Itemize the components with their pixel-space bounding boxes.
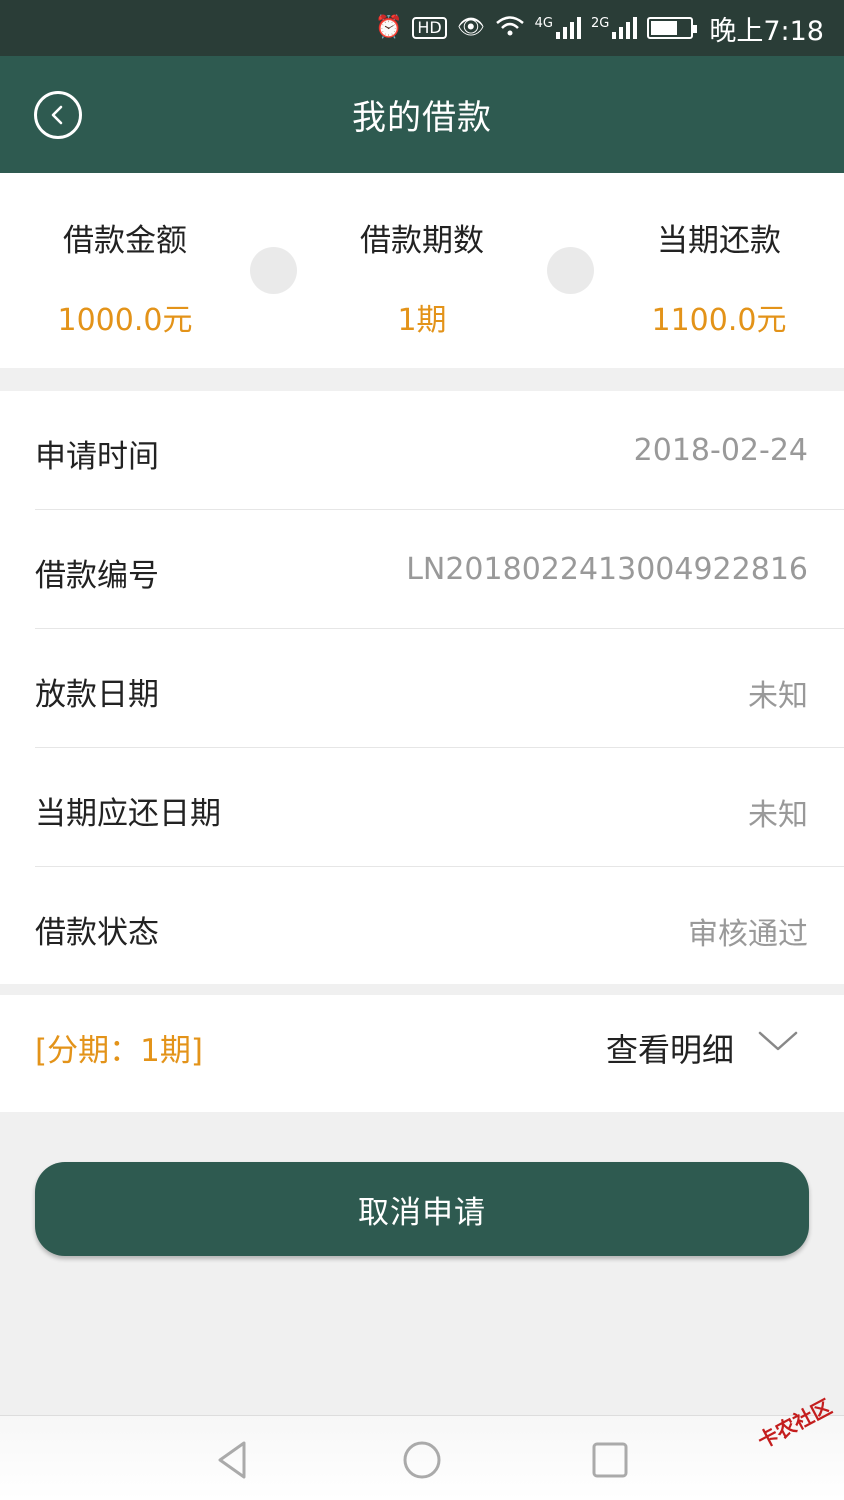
chevron-left-icon bbox=[51, 105, 63, 125]
detail-value: 未知 bbox=[748, 798, 808, 833]
summary-value: 1100.0元 bbox=[651, 303, 787, 338]
summary-label: 借款期数 bbox=[360, 223, 484, 259]
wifi-icon bbox=[495, 15, 525, 42]
battery-icon bbox=[647, 17, 698, 39]
signal-2g-icon: 2G bbox=[591, 17, 638, 39]
eye-icon: 👁 bbox=[456, 15, 485, 40]
status-time: 晚上7:18 bbox=[709, 15, 824, 47]
hd-icon: HD bbox=[412, 17, 447, 39]
summary-label: 当期还款 bbox=[657, 223, 781, 259]
chevron-down-icon[interactable] bbox=[756, 1027, 800, 1057]
summary-label: 借款金额 bbox=[63, 223, 187, 259]
loan-summary: 借款金额 1000.0元 借款期数 1期 当期还款 1100.0元 bbox=[0, 173, 844, 368]
detail-row-apply-time: 申请时间 2018-02-24 bbox=[35, 391, 844, 510]
back-triangle-icon[interactable] bbox=[212, 1438, 256, 1482]
cancel-application-button[interactable]: 取消申请 bbox=[35, 1162, 809, 1256]
summary-value: 1期 bbox=[397, 303, 447, 338]
detail-key: 借款编号 bbox=[35, 558, 159, 594]
detail-key: 申请时间 bbox=[35, 439, 159, 475]
view-detail-link[interactable]: 查看明细 bbox=[606, 1025, 734, 1071]
detail-key: 借款状态 bbox=[35, 915, 159, 951]
detail-row-loan-status: 借款状态 审核通过 bbox=[35, 867, 844, 986]
detail-value: 2018-02-24 bbox=[633, 433, 808, 468]
detail-value: 未知 bbox=[748, 679, 808, 714]
detail-value: 审核通过 bbox=[688, 917, 808, 952]
summary-current-repayment: 当期还款 1100.0元 bbox=[594, 173, 844, 368]
status-bar: ⏰ HD 👁 4G 2G 晚上7:18 bbox=[0, 0, 844, 56]
separator-dot bbox=[547, 247, 594, 294]
system-nav-bar bbox=[0, 1415, 844, 1500]
summary-value: 1000.0元 bbox=[57, 303, 193, 338]
installment-row[interactable]: [分期：1期] 查看明细 bbox=[0, 995, 844, 1112]
page-title: 我的借款 bbox=[352, 98, 492, 138]
back-button[interactable] bbox=[34, 91, 82, 139]
nav-bar: 我的借款 bbox=[0, 56, 844, 173]
signal-4g-icon: 4G bbox=[535, 17, 581, 39]
summary-loan-amount: 借款金额 1000.0元 bbox=[0, 173, 250, 368]
separator-dot bbox=[250, 247, 297, 294]
detail-key: 放款日期 bbox=[35, 677, 159, 713]
detail-row-due-date: 当期应还日期 未知 bbox=[35, 748, 844, 867]
alarm-icon: ⏰ bbox=[374, 15, 403, 40]
loan-details: 申请时间 2018-02-24 借款编号 LN20180224130049228… bbox=[0, 391, 844, 984]
detail-value: LN20180224130049228​16 bbox=[406, 552, 808, 587]
home-circle-icon[interactable] bbox=[400, 1438, 444, 1482]
installment-label: [分期：1期] bbox=[35, 1033, 203, 1069]
detail-row-disburse-date: 放款日期 未知 bbox=[35, 629, 844, 748]
recent-apps-icon[interactable] bbox=[588, 1438, 632, 1482]
detail-row-loan-number: 借款编号 LN20180224130049228​16 bbox=[35, 510, 844, 629]
summary-loan-periods: 借款期数 1期 bbox=[297, 173, 547, 368]
detail-key: 当期应还日期 bbox=[35, 796, 221, 832]
